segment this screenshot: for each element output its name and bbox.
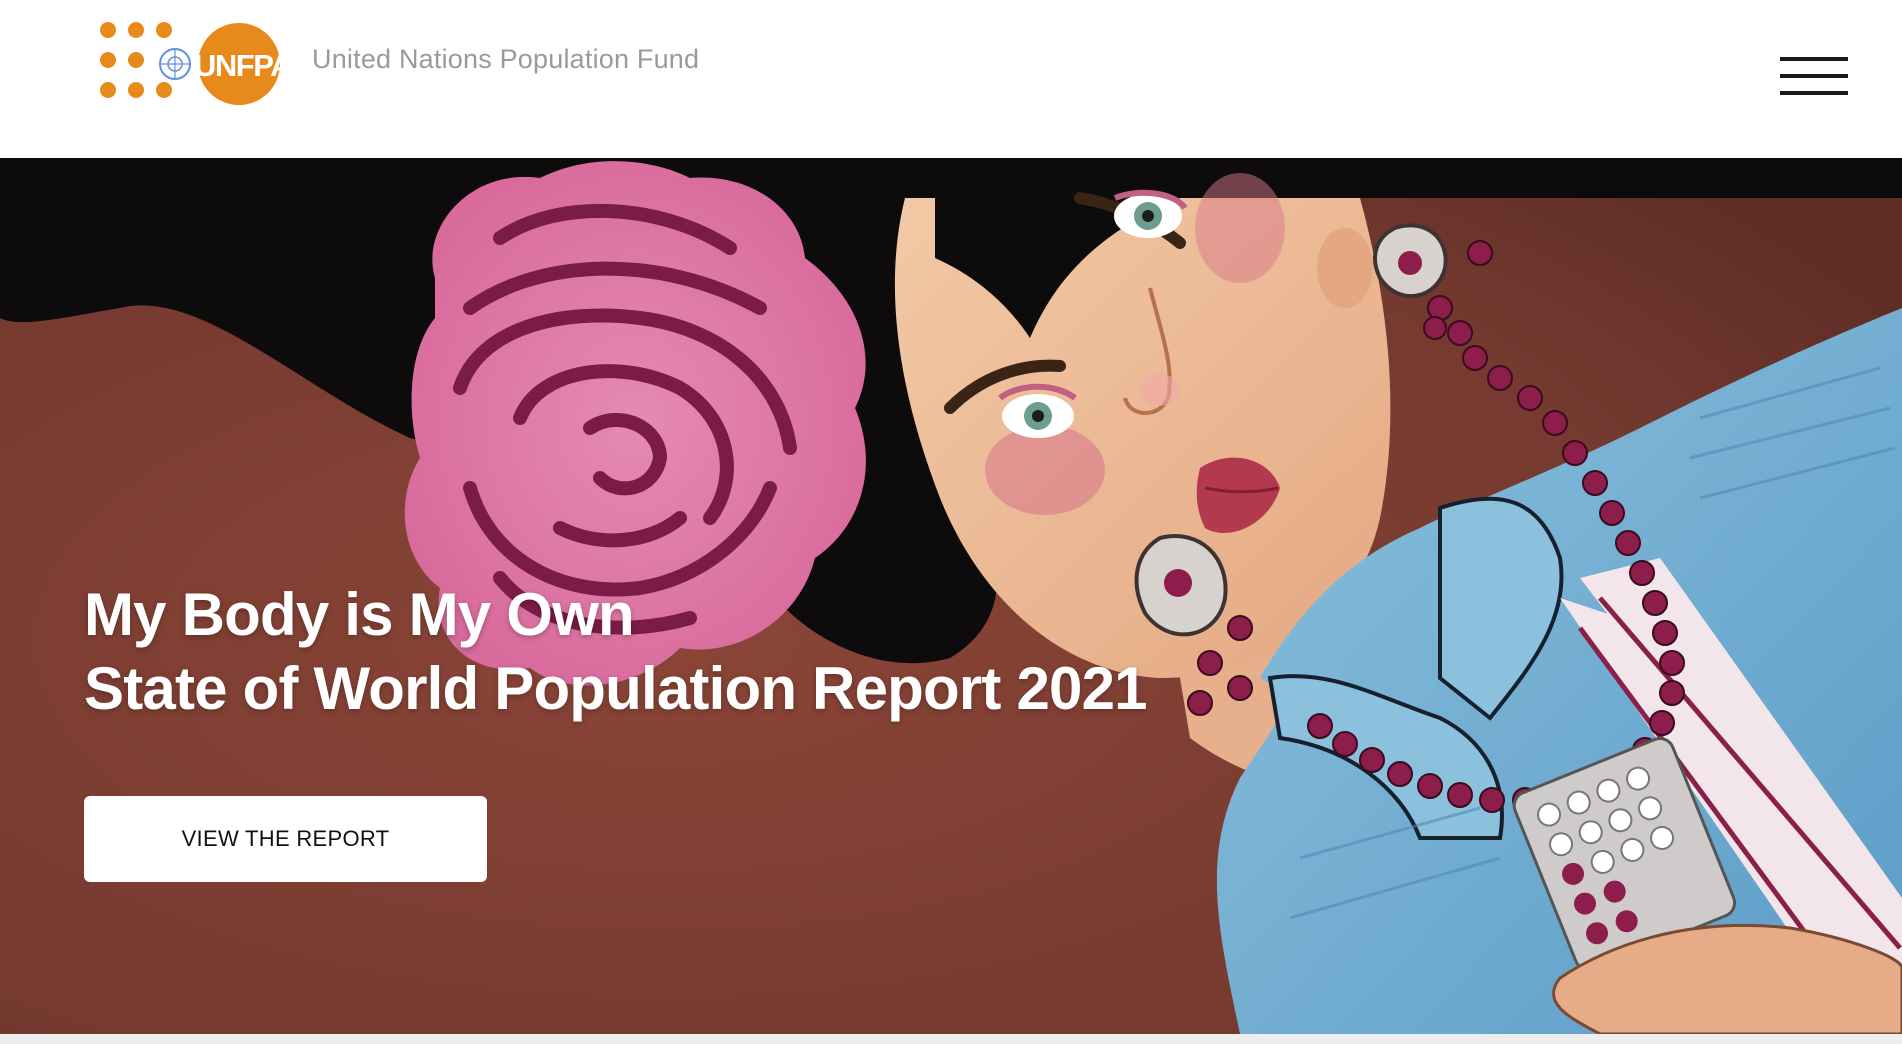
hero-banner: My Body is My Own State of World Populat… [0,158,1902,1034]
unfpa-logo-link[interactable]: UNFPA [96,18,286,108]
hero-title-line-2: State of World Population Report 2021 [84,655,1148,722]
svg-text:UNFPA: UNFPA [194,48,284,83]
hero-title-line-1: My Body is My Own [84,581,635,648]
bottom-divider [0,1034,1902,1044]
unfpa-logo: UNFPA [159,23,284,105]
hero-title: My Body is My Own State of World Populat… [84,578,1148,726]
page: UNFPA United Nations Population Fund My … [0,0,1902,1044]
org-name: United Nations Population Fund [312,44,700,74]
un-emblem-icon [159,48,191,80]
view-report-button[interactable]: VIEW THE REPORT [84,796,487,882]
site-header: UNFPA United Nations Population Fund [0,0,1902,158]
menu-button[interactable] [1776,55,1852,97]
